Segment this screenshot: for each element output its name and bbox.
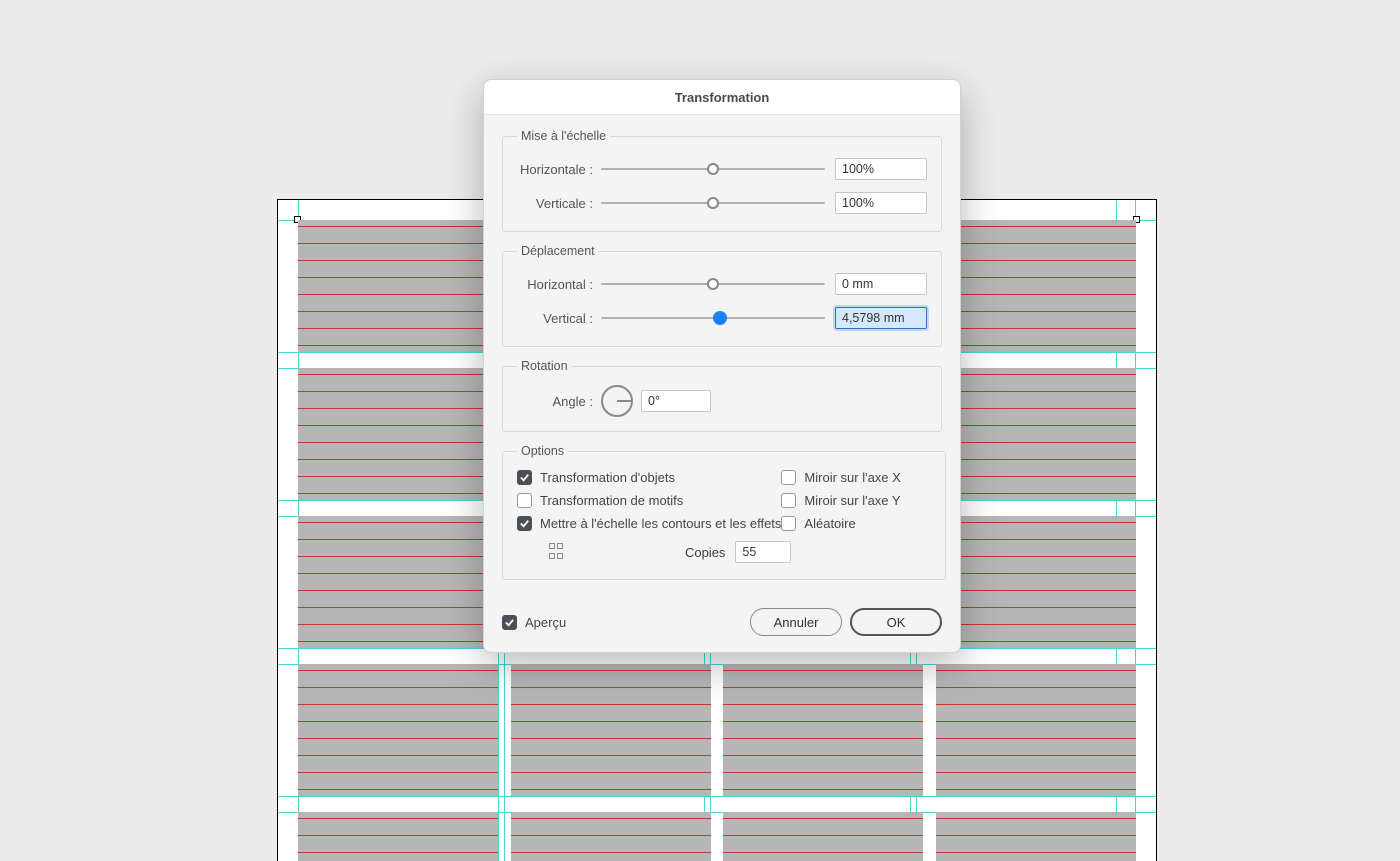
- grid-icon: [549, 543, 567, 561]
- opt-mirror-x[interactable]: Miroir sur l'axe X: [781, 470, 931, 485]
- scale-vert-slider[interactable]: [601, 202, 825, 204]
- transformation-dialog: Transformation Mise à l'échelle Horizont…: [483, 79, 961, 653]
- move-group: Déplacement Horizontal : 0 mm Vertical :…: [502, 244, 942, 347]
- opt-transform-objects[interactable]: Transformation d'objets: [517, 470, 781, 485]
- opt-scale-strokes[interactable]: Mettre à l'échelle les contours et les e…: [517, 516, 781, 531]
- ok-button[interactable]: OK: [850, 608, 942, 636]
- opt-mirror-y[interactable]: Miroir sur l'axe Y: [781, 493, 931, 508]
- scale-vert-input[interactable]: 100%: [835, 192, 927, 214]
- scale-legend: Mise à l'échelle: [517, 129, 610, 143]
- move-vert-input[interactable]: 4,5798 mm: [835, 307, 927, 329]
- move-horiz-label: Horizontal :: [517, 277, 601, 292]
- scale-horiz-slider[interactable]: [601, 168, 825, 170]
- move-horiz-slider[interactable]: [601, 283, 825, 285]
- preview-checkbox[interactable]: Aperçu: [502, 615, 566, 630]
- rotation-angle-label: Angle :: [517, 394, 601, 409]
- scale-horiz-input[interactable]: 100%: [835, 158, 927, 180]
- dialog-title: Transformation: [484, 80, 960, 115]
- move-vert-label: Vertical :: [517, 311, 601, 326]
- scale-vert-label: Verticale :: [517, 196, 601, 211]
- options-legend: Options: [517, 444, 568, 458]
- rotation-group: Rotation Angle : 0°: [502, 359, 942, 432]
- opt-random[interactable]: Aléatoire: [781, 516, 931, 531]
- rotation-dial[interactable]: [601, 385, 633, 417]
- copies-input[interactable]: 55: [735, 541, 791, 563]
- options-group: Options Transformation d'objets Miroir s…: [502, 444, 946, 580]
- scale-horiz-label: Horizontale :: [517, 162, 601, 177]
- copies-label: Copies: [685, 545, 725, 560]
- cancel-button[interactable]: Annuler: [750, 608, 842, 636]
- move-horiz-input[interactable]: 0 mm: [835, 273, 927, 295]
- rotation-angle-input[interactable]: 0°: [641, 390, 711, 412]
- scale-group: Mise à l'échelle Horizontale : 100% Vert…: [502, 129, 942, 232]
- rotation-legend: Rotation: [517, 359, 572, 373]
- move-vert-slider[interactable]: [601, 317, 825, 319]
- opt-transform-patterns[interactable]: Transformation de motifs: [517, 493, 781, 508]
- move-legend: Déplacement: [517, 244, 599, 258]
